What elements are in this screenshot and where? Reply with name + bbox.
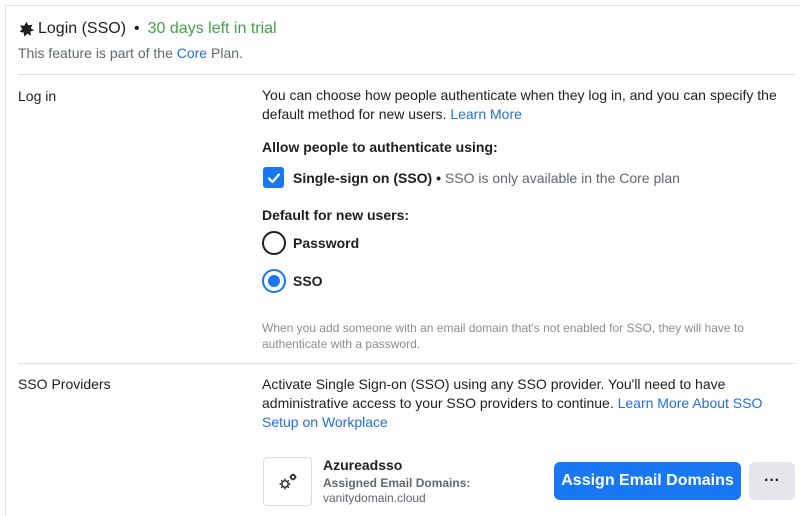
sso-settings-panel [5, 5, 800, 516]
star-badge-icon [19, 21, 35, 37]
section-divider [18, 74, 795, 75]
plan-notice-suffix: Plan. [207, 45, 243, 61]
provider-name: Azureadsso [323, 457, 403, 473]
default-heading: Default for new users: [262, 207, 409, 223]
password-radio-label[interactable]: Password [293, 235, 359, 251]
more-options-button[interactable]: ··· [749, 462, 795, 500]
sso-checkbox-label: Single-sign on (SSO) • SSO is only avail… [293, 170, 680, 186]
login-section-label: Log in [18, 88, 57, 104]
sso-availability-note: SSO is only available in the Core plan [444, 170, 680, 186]
title-separator: • [134, 20, 140, 37]
plan-notice-prefix: This feature is part of the [18, 45, 177, 61]
gears-icon [279, 473, 296, 489]
provider-logo [263, 457, 312, 506]
sso-radio[interactable] [262, 269, 286, 293]
login-description: You can choose how people authenticate w… [262, 86, 797, 124]
assign-email-domains-button[interactable]: Assign Email Domains [554, 462, 741, 500]
section-divider [18, 363, 795, 364]
page-title: Login (SSO) • 30 days left in trial [18, 20, 277, 38]
assigned-domain: vanitydomain.cloud [323, 491, 426, 505]
assigned-domains-label: Assigned Email Domains: [323, 476, 471, 490]
checkmark-icon [267, 172, 280, 183]
feature-title: Login (SSO) [38, 20, 127, 37]
default-heading-text: Default for new users: [262, 207, 410, 223]
sso-option-separator: • [432, 170, 445, 186]
password-radio[interactable] [262, 231, 286, 255]
sso-option-name: Single-sign on (SSO) [293, 170, 433, 186]
providers-description: Activate Single Sign-on (SSO) using any … [262, 375, 787, 432]
trial-status: 30 days left in trial [147, 20, 277, 37]
learn-more-link[interactable]: Learn More [450, 106, 522, 122]
sso-radio-label[interactable]: SSO [293, 273, 323, 289]
sso-footnote: When you add someone with an email domai… [262, 321, 744, 351]
plan-notice: This feature is part of the Core Plan. [18, 45, 243, 61]
sso-checkbox[interactable] [263, 167, 284, 188]
providers-section-label: SSO Providers [18, 376, 111, 392]
core-plan-link[interactable]: Core [177, 45, 207, 61]
allow-heading: Allow people to authenticate using: [262, 139, 498, 155]
